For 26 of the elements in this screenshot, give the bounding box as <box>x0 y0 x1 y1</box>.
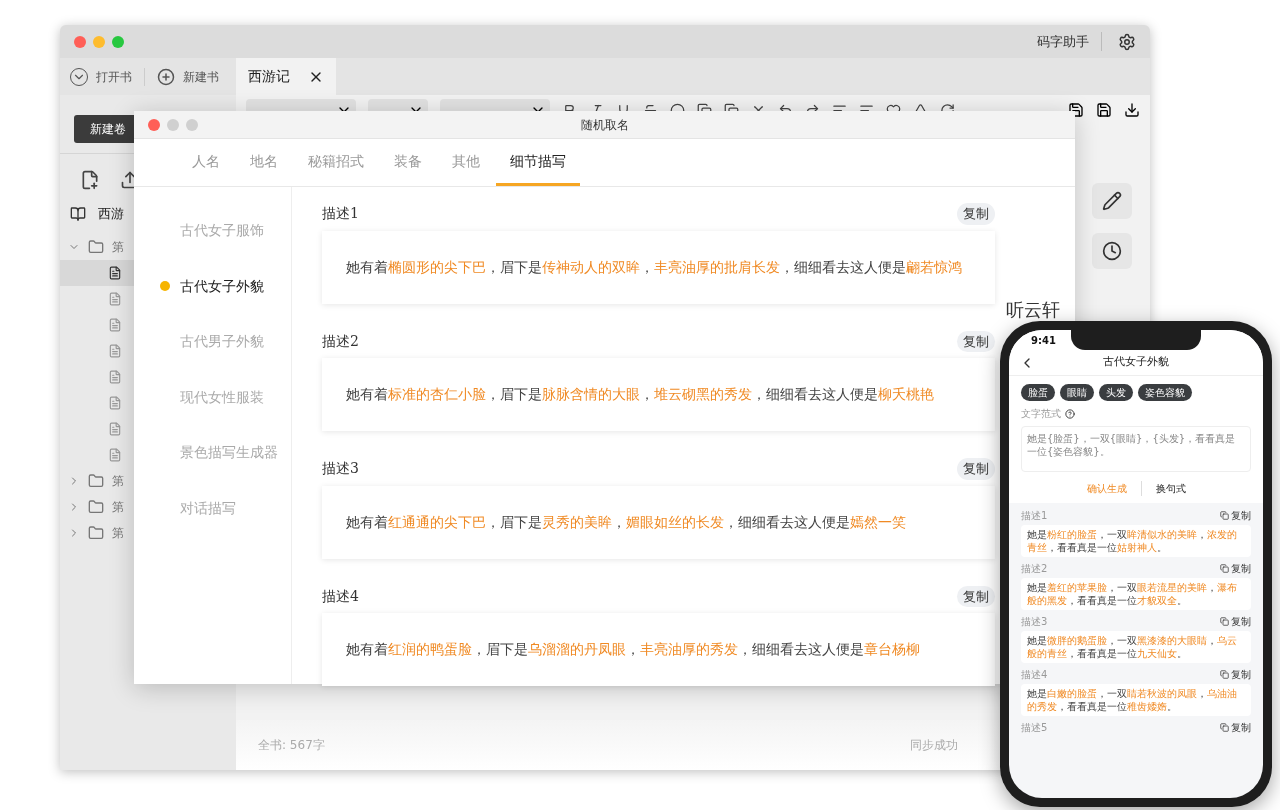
template-label: 文字范式 <box>1021 407 1061 421</box>
description-text: 她有着椭圆形的尖下巴，眉下是传神动人的双眸，丰亮油厚的批肩长发，细细看去这人便是翩若惊鸿 <box>346 257 962 277</box>
screen-title: 古代女子外貌 <box>1103 354 1169 371</box>
description-label: 描述4 <box>1021 668 1048 682</box>
description-text: 她是微胖的鹅蛋脸，一双黑漆漆的大眼睛，乌云般的青丝，看看真是一位九天仙女。 <box>1027 634 1238 660</box>
description-label: 描述3 <box>1021 615 1048 629</box>
editor-heading: 听云轩 <box>1006 298 1060 322</box>
book-title: 西游 <box>98 205 124 223</box>
sync-status: 同步成功 <box>910 737 958 754</box>
description-label: 描述4 <box>322 586 359 606</box>
description-label: 描述1 <box>1021 509 1048 523</box>
word-count: 全书: 567字 <box>258 737 325 754</box>
description-label: 描述5 <box>1021 721 1048 735</box>
description-text: 她有着红润的鸭蛋脸，眉下是乌溜溜的丹凤眼，丰亮油厚的秀发，细细看去这人便是章台杨柳 <box>346 640 920 659</box>
description-label: 描述1 <box>322 204 359 224</box>
app-title: 码字助手 <box>1037 31 1102 52</box>
description-text: 她是粉红的脸蛋，一双眸清似水的美眸，浓发的青丝，看看真是一位姑射神人。 <box>1027 528 1238 554</box>
status-time: 9:41 <box>1031 333 1056 348</box>
description-text: 她有着红通通的尖下巴，眉下是灵秀的美眸，媚眼如丝的长发，细细看去这人便是嫣然一笑 <box>346 512 906 532</box>
description-text: 她有着标准的杏仁小脸，眉下是脉脉含情的大眼，堆云砌黑的秀发，细细看去这人便是柳夭桃艳 <box>346 385 934 404</box>
description-label: 描述2 <box>1021 562 1048 576</box>
description-label: 描述3 <box>322 459 359 479</box>
description-text: 她是白嫩的脸蛋，一双睛若秋波的凤眼，乌油油的秀发，看看真是一位稚齿婑媠。 <box>1027 687 1238 713</box>
description-text: 她是羞红的苹果脸，一双眼若流星的美眸，瀑布般的黑发，看看真是一位才貌双全。 <box>1027 581 1238 607</box>
dialog-title: 随机取名 <box>580 116 629 134</box>
description-label: 描述2 <box>322 331 359 351</box>
